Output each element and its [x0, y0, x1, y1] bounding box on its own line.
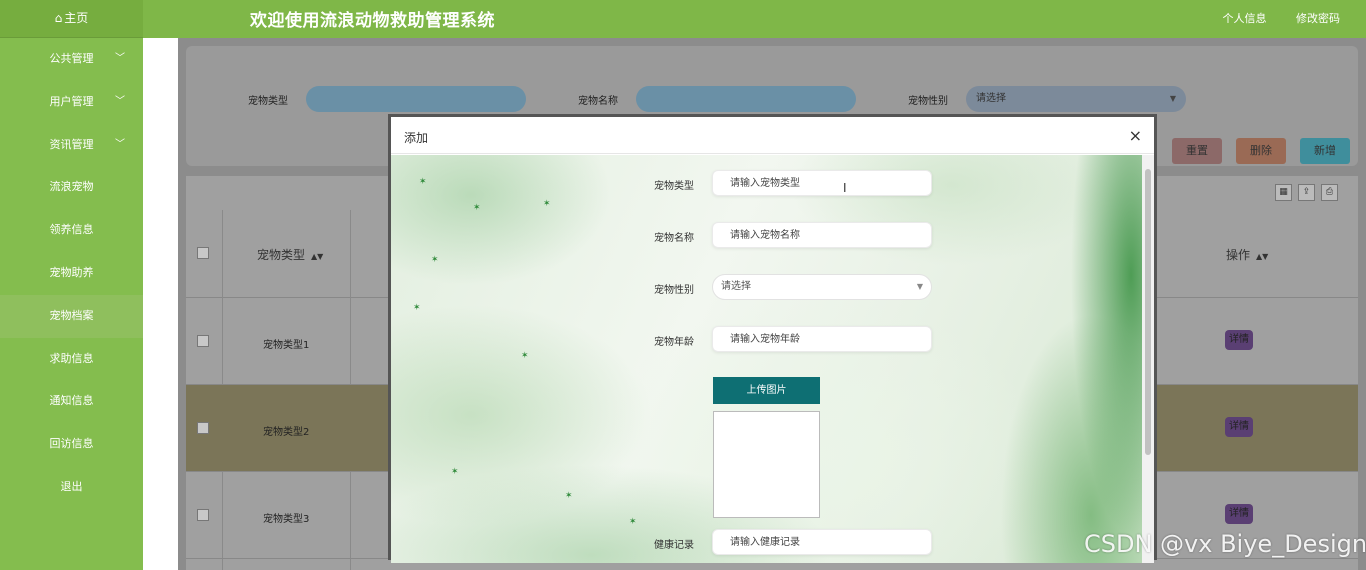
sidebar-item-pet-records[interactable]: 宠物档案: [0, 294, 143, 338]
scrollbar-thumb[interactable]: [1145, 169, 1151, 455]
decor-sparkle: ✶: [413, 303, 421, 313]
pet-gender-search-select[interactable]: 请选择 ▼: [966, 86, 1186, 112]
sidebar-item-label: 用户管理: [49, 94, 94, 108]
column-header-operation[interactable]: 操作 ▲▼: [1226, 246, 1268, 263]
pet-age-field[interactable]: [712, 326, 932, 352]
decor-sparkle: ✶: [431, 255, 439, 265]
select-all-checkbox[interactable]: [197, 247, 209, 259]
sidebar-item-adoption[interactable]: 领养信息: [0, 209, 143, 252]
pet-age-label: 宠物年龄: [654, 337, 694, 348]
print-icon[interactable]: ⎙: [1321, 184, 1338, 201]
decor-sparkle: ✶: [521, 351, 529, 361]
table-tools: ▦ ⇪ ⎙: [1269, 184, 1338, 201]
add-button[interactable]: 新增: [1300, 138, 1350, 164]
pet-name-search-label: 宠物名称: [578, 96, 618, 107]
sidebar-item-public[interactable]: 公共管理 ﹀: [0, 38, 143, 81]
add-dialog: 添加 × ✶ ✶ ✶ ✶ ✶ ✶ ✶ ✶ ✶ 宠物类型 I 宠物名称 宠物性别 …: [388, 114, 1157, 563]
content-gutter: [143, 38, 178, 570]
sort-icon: ▲▼: [311, 252, 324, 261]
pet-gender-label: 宠物性别: [654, 285, 694, 296]
column-label: 操作: [1226, 248, 1251, 262]
sidebar-item-logout[interactable]: 退出: [0, 466, 143, 509]
export-icon[interactable]: ⇪: [1298, 184, 1315, 201]
pet-name-search-input[interactable]: [636, 86, 856, 112]
decor-sparkle: ✶: [473, 203, 481, 213]
system-title: 欢迎使用流浪动物救助管理系统: [250, 11, 495, 31]
sidebar-item-notices[interactable]: 通知信息: [0, 380, 143, 423]
decor-sparkle: ✶: [543, 199, 551, 209]
sidebar-item-sponsor[interactable]: 宠物助养: [0, 252, 143, 295]
sort-icon: ▲▼: [1256, 252, 1269, 261]
text-cursor-icon: I: [843, 181, 847, 195]
row-checkbox[interactable]: [197, 422, 209, 434]
detail-button[interactable]: 详情: [1225, 417, 1253, 437]
sidebar-item-label: 公共管理: [49, 52, 94, 65]
pet-type-search-label: 宠物类型: [248, 96, 288, 107]
chevron-down-icon: ﹀: [115, 95, 125, 107]
profile-link[interactable]: 个人信息: [1223, 12, 1267, 25]
chevron-down-icon: ▼: [1169, 94, 1176, 103]
sidebar-item-stray-pets[interactable]: 流浪宠物: [0, 166, 143, 209]
top-links: 个人信息 修改密码: [1197, 10, 1341, 26]
sidebar-item-label: 宠物助养: [49, 265, 94, 279]
pet-type-field[interactable]: [712, 170, 932, 196]
home-link[interactable]: ⌂ 主页: [0, 0, 143, 38]
top-header: ⌂ 主页 欢迎使用流浪动物救助管理系统 个人信息 修改密码: [0, 0, 1366, 38]
sidebar-item-label: 领养信息: [49, 223, 94, 237]
sidebar-item-label: 回访信息: [49, 437, 94, 451]
sidebar-item-help[interactable]: 求助信息: [0, 338, 143, 381]
sidebar-item-label: 宠物档案: [49, 308, 94, 322]
chevron-down-icon: ﹀: [115, 138, 125, 150]
decor-sparkle: ✶: [565, 491, 573, 501]
delete-button[interactable]: 删除: [1236, 138, 1286, 164]
column-label: 宠物类型: [257, 248, 306, 262]
detail-button[interactable]: 详情: [1225, 330, 1253, 350]
image-preview: [713, 411, 820, 518]
health-record-label: 健康记录: [654, 540, 694, 551]
row-checkbox[interactable]: [197, 335, 209, 347]
upload-image-button[interactable]: 上传图片: [713, 377, 820, 404]
grid-icon[interactable]: ▦: [1275, 184, 1292, 201]
pet-name-label: 宠物名称: [654, 233, 694, 244]
chevron-down-icon: ﹀: [115, 53, 125, 64]
sidebar-item-users[interactable]: 用户管理 ﹀: [0, 81, 143, 124]
select-value: 请选择: [721, 281, 751, 292]
home-label: 主页: [64, 11, 89, 25]
sidebar-item-label: 资讯管理: [49, 137, 94, 151]
decor-sparkle: ✶: [451, 467, 459, 477]
watermark: CSDN @vx Biye_Design: [1084, 530, 1366, 558]
dialog-header: 添加 ×: [391, 117, 1154, 154]
sidebar-item-label: 求助信息: [49, 351, 94, 365]
chevron-down-icon: ▼: [916, 282, 923, 291]
sidebar-item-revisits[interactable]: 回访信息: [0, 423, 143, 466]
select-value: 请选择: [976, 93, 1006, 104]
close-icon[interactable]: ×: [1129, 126, 1142, 145]
pet-gender-select[interactable]: 请选择 ▼: [712, 274, 932, 300]
row-checkbox[interactable]: [197, 509, 209, 521]
cell-pet-type: 宠物类型2: [263, 427, 310, 438]
home-icon: ⌂: [54, 11, 63, 25]
sidebar-item-label: 流浪宠物: [49, 180, 94, 194]
cell-pet-type: 宠物类型1: [263, 340, 310, 351]
sidebar-item-label: 通知信息: [49, 394, 94, 408]
dialog-scrollbar[interactable]: [1142, 155, 1154, 563]
decor-sparkle: ✶: [419, 177, 427, 187]
change-password-link[interactable]: 修改密码: [1296, 12, 1340, 25]
pet-gender-search-label: 宠物性别: [908, 96, 948, 107]
pet-type-label: 宠物类型: [654, 181, 694, 192]
dialog-title: 添加: [404, 131, 429, 145]
dialog-body: ✶ ✶ ✶ ✶ ✶ ✶ ✶ ✶ ✶ 宠物类型 I 宠物名称 宠物性别 请选择▼ …: [391, 155, 1142, 563]
sidebar-item-label: 退出: [60, 479, 83, 493]
column-header-pet-type[interactable]: 宠物类型 ▲▼: [257, 246, 323, 263]
pet-type-search-input[interactable]: [306, 86, 526, 112]
pet-name-field[interactable]: [712, 222, 932, 248]
sidebar: 公共管理 ﹀ 用户管理 ﹀ 资讯管理 ﹀ 流浪宠物 领养信息 宠物助养 宠物档案 求助…: [0, 38, 143, 570]
reset-button[interactable]: 重置: [1172, 138, 1222, 164]
decor-sparkle: ✶: [629, 517, 637, 527]
cell-pet-type: 宠物类型3: [263, 514, 310, 525]
sidebar-item-news[interactable]: 资讯管理 ﹀: [0, 124, 143, 167]
detail-button[interactable]: 详情: [1225, 504, 1253, 524]
health-record-field[interactable]: [712, 529, 932, 555]
